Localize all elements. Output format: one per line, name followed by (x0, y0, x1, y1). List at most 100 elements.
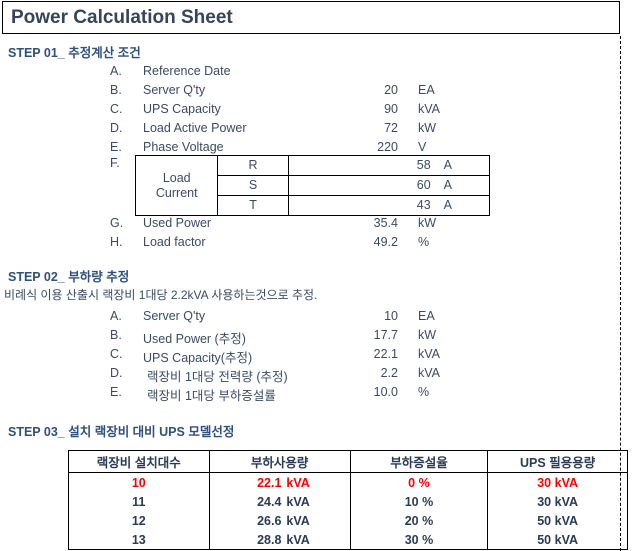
step01-item-b: B. Server Q'ty 20 EA (0, 83, 500, 102)
item-unit: % (418, 385, 430, 399)
step01-item-d: D. Load Active Power 72 kW (0, 121, 500, 140)
item-letter: H. (110, 235, 123, 249)
phase-label: S (217, 175, 289, 196)
step01-item-g: G. Used Power 35.4 kW (0, 216, 500, 235)
step-02-heading: STEP 02_ 부하량 추정 (8, 270, 130, 284)
table-row: 13 28.8 kVA 30 % 50 kVA (68, 530, 628, 550)
item-unit: kVA (418, 366, 440, 380)
step01-item-a: A. Reference Date (0, 64, 500, 83)
cell-load-usage-value: 28.8 (257, 532, 282, 547)
item-label: Server Q'ty (143, 83, 206, 97)
item-value: 20 (384, 83, 398, 97)
item-label: Phase Voltage (143, 140, 224, 154)
item-unit: kW (418, 121, 437, 135)
cell-load-increase: 30 % (349, 530, 489, 550)
phase-value: 58 (416, 158, 431, 172)
cell-load-increase: 0 % (349, 472, 489, 492)
cell-ups-capacity: 30 kVA (487, 472, 628, 492)
item-letter: A. (110, 64, 122, 78)
item-unit: % (418, 235, 430, 249)
item-label: Server Q'ty (143, 309, 206, 323)
load-current-letter: F. (110, 156, 120, 170)
document-title-box: Power Calculation Sheet (2, 1, 620, 34)
item-label: 랙장비 1대당 부하증설률 (147, 389, 276, 403)
cell-load-usage-value: 24.4 (257, 494, 282, 509)
item-unit: kW (418, 216, 437, 230)
step-02-note: 비례식 이용 산출시 랙장비 1대당 2.2kVA 사용하는것으로 추정. (4, 288, 318, 302)
cell-load-usage: 28.8 kVA (208, 530, 351, 550)
item-label: Load factor (143, 235, 206, 249)
item-letter: A. (110, 309, 122, 323)
cell-load-usage: 22.1 kVA (208, 472, 351, 492)
column-header-rack-count: 랙장비 설치대수 (68, 450, 210, 473)
phase-value-cell: 60 A (287, 175, 491, 196)
phase-label: T (217, 195, 289, 216)
cell-load-usage-unit: kVA (286, 513, 310, 528)
item-label: Reference Date (143, 64, 231, 78)
cell-load-usage: 24.4 kVA (208, 492, 351, 511)
cell-rack-count: 11 (68, 492, 210, 511)
item-value: 10.0 (373, 385, 398, 399)
cell-load-usage-value: 26.6 (257, 513, 282, 528)
phase-label: R (217, 155, 289, 176)
step01-item-h: H. Load factor 49.2 % (0, 235, 500, 254)
table-row: Load Current R 58 A (134, 155, 491, 216)
table-row: 10 22.1 kVA 0 % 30 kVA (68, 472, 628, 492)
table-row: 12 26.6 kVA 20 % 50 kVA (68, 511, 628, 530)
phase-unit: A (443, 198, 452, 212)
item-letter: G. (110, 216, 124, 230)
item-label: Used Power (추정) (143, 332, 246, 346)
item-value: 49.2 (373, 235, 398, 249)
load-current-table: Load Current R 58 A S 60 A T 43 A (134, 155, 491, 216)
phase-value-cell: 58 A (287, 155, 491, 176)
page-title: Power Calculation Sheet (11, 6, 233, 28)
step02-item-c: C. UPS Capacity(추정) 22.1 kVA (0, 347, 500, 366)
cell-load-increase: 10 % (349, 492, 489, 511)
phase-value: 60 (416, 178, 431, 192)
item-letter: C. (110, 102, 123, 116)
load-current-label: Load Current (134, 155, 219, 216)
cell-load-usage: 26.6 kVA (208, 511, 351, 530)
item-letter: D. (110, 121, 123, 135)
item-label: 랙장비 1대당 전력량 (추정) (147, 370, 288, 384)
item-label: Load Active Power (143, 121, 247, 135)
cell-load-usage-unit: kVA (286, 532, 310, 547)
item-label: UPS Capacity(추정) (143, 351, 253, 365)
ups-selection-table: 랙장비 설치대수 부하사용량 부하증설율 UPS 필용용량 10 22.1 kVA… (68, 450, 628, 550)
step-03-heading: STEP 03_ 설치 랙장비 대비 UPS 모델선정 (8, 425, 235, 439)
item-letter: B. (110, 83, 122, 97)
step02-item-d: D. 랙장비 1대당 전력량 (추정) 2.2 kVA (0, 366, 500, 385)
cell-rack-count: 10 (68, 472, 210, 492)
load-current-label-line2: Current (155, 185, 198, 200)
load-current-label-line1: Load (162, 170, 191, 185)
step02-item-a: A. Server Q'ty 10 EA (0, 309, 500, 328)
item-letter: E. (110, 140, 122, 154)
item-letter: B. (110, 328, 122, 342)
step01-item-c: C. UPS Capacity 90 kVA (0, 102, 500, 121)
step02-item-b: B. Used Power (추정) 17.7 kW (0, 328, 500, 347)
step02-item-e: E. 랙장비 1대당 부하증설률 10.0 % (0, 385, 500, 404)
item-unit: kW (418, 328, 437, 342)
cell-rack-count: 13 (68, 530, 210, 550)
cell-load-usage-unit: kVA (286, 494, 310, 509)
item-label: UPS Capacity (143, 102, 221, 116)
item-value: 220 (377, 140, 398, 154)
cell-rack-count: 12 (68, 511, 210, 530)
item-value: 72 (384, 121, 398, 135)
table-header-row: 랙장비 설치대수 부하사용량 부하증설율 UPS 필용용량 (68, 450, 628, 473)
item-letter: D. (110, 366, 123, 380)
item-unit: V (418, 140, 427, 154)
column-header-load-increase: 부하증설율 (349, 450, 489, 473)
phase-unit: A (443, 158, 452, 172)
cell-ups-capacity: 30 kVA (487, 492, 628, 511)
phase-unit: A (443, 178, 452, 192)
item-value: 35.4 (373, 216, 398, 230)
item-unit: EA (418, 309, 435, 323)
cell-load-usage-unit: kVA (286, 475, 310, 490)
item-unit: kVA (418, 102, 440, 116)
cell-ups-capacity: 50 kVA (487, 511, 628, 530)
item-value: 17.7 (373, 328, 398, 342)
cell-ups-capacity: 50 kVA (487, 530, 628, 550)
phase-value: 43 (416, 198, 431, 212)
step-01-heading: STEP 01_ 추정계산 조건 (8, 46, 141, 60)
